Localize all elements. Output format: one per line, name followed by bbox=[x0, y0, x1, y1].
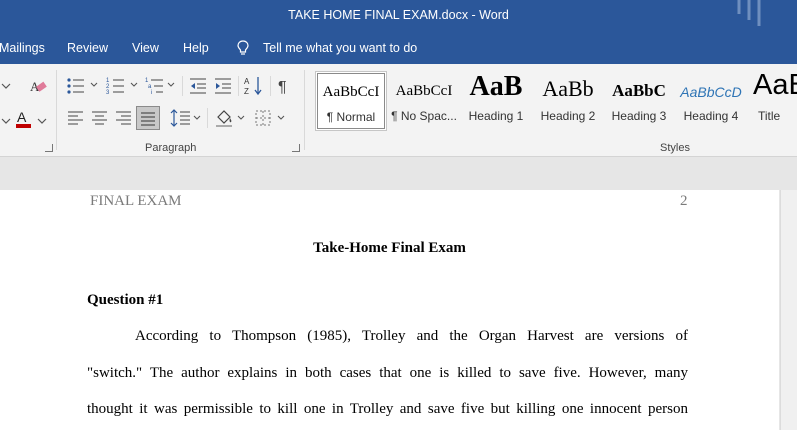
font-dropdown-chevron-icon[interactable] bbox=[0, 80, 12, 92]
bullets-icon[interactable] bbox=[66, 76, 88, 96]
styles-group-label: Styles bbox=[660, 142, 690, 154]
svg-text:Z: Z bbox=[244, 87, 249, 96]
svg-text:¶: ¶ bbox=[278, 79, 287, 96]
multilevel-dropdown-chevron-icon[interactable] bbox=[166, 80, 176, 90]
title-bar: TAKE HOME FINAL EXAM.docx - Word bbox=[0, 0, 797, 33]
style-label: Heading 1 bbox=[468, 109, 524, 123]
paragraph-line: "switch." The author explains in both ca… bbox=[87, 365, 688, 381]
group-separator bbox=[207, 108, 208, 128]
page-number: 2 bbox=[680, 193, 688, 209]
sort-icon[interactable]: AZ bbox=[244, 75, 264, 97]
tab-review[interactable]: Review bbox=[67, 41, 108, 55]
svg-text:3: 3 bbox=[106, 90, 110, 96]
font-color-icon[interactable]: A bbox=[14, 108, 34, 130]
show-formatting-marks-icon[interactable]: ¶ bbox=[277, 76, 293, 96]
paragraph-line: thought it was permissible to kill one i… bbox=[87, 401, 688, 417]
style-label: Title bbox=[758, 109, 781, 123]
align-right-icon[interactable] bbox=[114, 109, 134, 127]
clear-formatting-icon[interactable]: A bbox=[28, 76, 48, 96]
window-title: TAKE HOME FINAL EXAM.docx - Word bbox=[288, 8, 509, 22]
style-preview: AaBbCcD bbox=[680, 84, 742, 100]
borders-icon[interactable] bbox=[254, 109, 272, 127]
document-page[interactable] bbox=[0, 190, 779, 430]
vertical-scrollbar[interactable] bbox=[780, 190, 797, 430]
ribbon-tabs: Mailings Review View Help Tell me what y… bbox=[0, 33, 797, 64]
font-color-dropdown-chevron-icon[interactable] bbox=[36, 115, 48, 127]
document-title: Take-Home Final Exam bbox=[313, 240, 466, 256]
style-heading-4[interactable]: AaBbCcD Heading 4 bbox=[675, 71, 747, 131]
line-spacing-dropdown-chevron-icon[interactable] bbox=[192, 113, 202, 123]
running-header: FINAL EXAM bbox=[90, 193, 182, 209]
align-center-icon[interactable] bbox=[90, 109, 110, 127]
group-separator bbox=[182, 76, 183, 96]
style-preview: AaBbCcI bbox=[395, 83, 453, 99]
shading-icon[interactable] bbox=[214, 107, 236, 129]
numbering-icon[interactable]: 123 bbox=[106, 76, 128, 96]
svg-text:A: A bbox=[244, 77, 250, 86]
numbering-dropdown-chevron-icon[interactable] bbox=[129, 80, 139, 90]
style-heading-2[interactable]: AaBb Heading 2 bbox=[533, 71, 603, 131]
style-preview: AaB bbox=[753, 71, 797, 101]
justify-icon[interactable] bbox=[136, 106, 160, 130]
bullets-dropdown-chevron-icon[interactable] bbox=[89, 80, 99, 90]
group-separator bbox=[304, 70, 305, 150]
style-label: Heading 4 bbox=[683, 109, 739, 123]
styles-gallery: AaBbCcI ¶ Normal AaBbCcI ¶ No Spac... Aa… bbox=[313, 71, 797, 131]
tab-view[interactable]: View bbox=[132, 41, 159, 55]
tell-me-search[interactable]: Tell me what you want to do bbox=[263, 41, 417, 55]
style-preview: AaBbCcI bbox=[322, 84, 380, 100]
style-normal[interactable]: AaBbCcI ¶ Normal bbox=[315, 71, 387, 131]
style-preview: AaB bbox=[469, 71, 523, 102]
group-separator bbox=[238, 76, 239, 96]
increase-indent-icon[interactable] bbox=[213, 76, 233, 96]
line-spacing-icon[interactable] bbox=[170, 108, 192, 128]
paragraph-group-label: Paragraph bbox=[145, 142, 197, 154]
lightbulb-icon bbox=[237, 40, 249, 55]
shading-dropdown-chevron-icon[interactable] bbox=[236, 113, 246, 123]
font-dialog-launcher-icon[interactable] bbox=[45, 144, 53, 152]
style-heading-3[interactable]: AaBbC Heading 3 bbox=[605, 71, 673, 131]
style-label: Heading 2 bbox=[540, 109, 596, 123]
style-preview: AaBb bbox=[542, 76, 594, 101]
style-label: Heading 3 bbox=[611, 109, 667, 123]
group-separator bbox=[56, 70, 57, 150]
style-label: ¶ No Spac... bbox=[391, 109, 457, 123]
style-no-spacing[interactable]: AaBbCcI ¶ No Spac... bbox=[389, 71, 459, 131]
style-title[interactable]: AaB Title bbox=[749, 71, 797, 131]
ribbon: A A 123 1ai AZ ¶ Paragraph AaBbCcI ¶ Nor… bbox=[0, 64, 797, 157]
borders-dropdown-chevron-icon[interactable] bbox=[276, 113, 286, 123]
tab-help[interactable]: Help bbox=[183, 41, 209, 55]
tab-mailings[interactable]: Mailings bbox=[0, 41, 45, 55]
style-label: ¶ Normal bbox=[326, 110, 376, 124]
group-separator bbox=[270, 76, 271, 96]
align-left-icon[interactable] bbox=[66, 109, 86, 127]
svg-text:A: A bbox=[17, 109, 27, 125]
paragraph-dialog-launcher-icon[interactable] bbox=[292, 144, 300, 152]
style-heading-1[interactable]: AaB Heading 1 bbox=[461, 71, 531, 131]
highlight-dropdown-chevron-icon[interactable] bbox=[0, 115, 12, 127]
style-preview: AaBbC bbox=[612, 81, 666, 100]
svg-text:i: i bbox=[151, 90, 152, 96]
paragraph-line: According to Thompson (1985), Trolley an… bbox=[135, 328, 688, 344]
multilevel-list-icon[interactable]: 1ai bbox=[145, 76, 167, 96]
title-bar-decoration-icon bbox=[737, 0, 761, 26]
decrease-indent-icon[interactable] bbox=[188, 76, 208, 96]
question-heading: Question #1 bbox=[87, 292, 164, 308]
